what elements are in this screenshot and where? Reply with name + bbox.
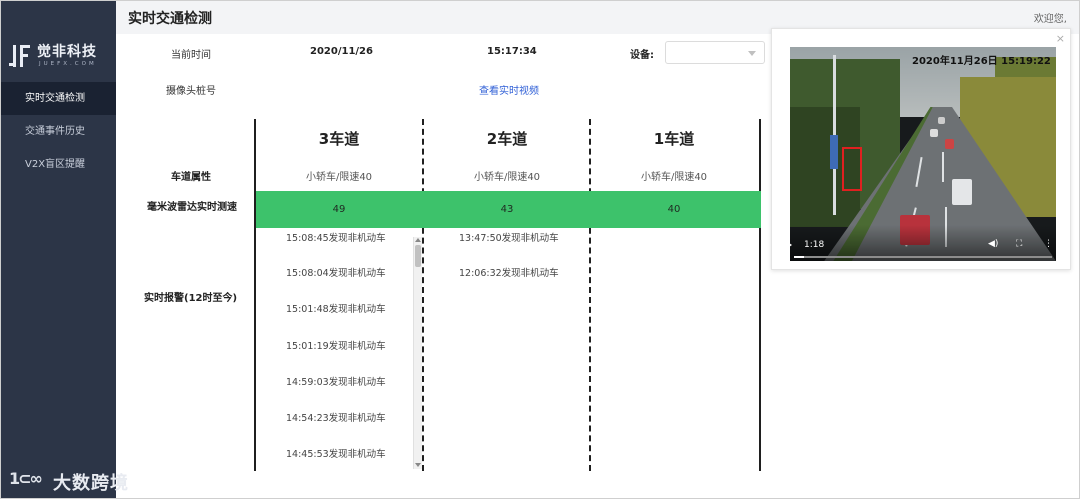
sidebar-item-realtime-detection[interactable]: 实时交通检测 [1,82,116,115]
scrollbar-thumb[interactable] [415,245,421,267]
play-icon[interactable] [790,241,792,249]
video-progress-bar[interactable] [794,256,1052,258]
detection-box [842,147,862,191]
video-elapsed-time: 1:18 [804,240,825,250]
lane-divider [759,119,761,471]
alerts-scrollbar[interactable] [413,237,422,469]
logo-title: 觉非科技 [37,44,97,60]
chevron-down-icon [748,51,756,56]
live-video-player[interactable]: 2020年11月26日 15:19:22 1:18 ◀) ⛶ ⋮ [790,47,1056,261]
alerts-label: 实时报警(12时至今) [144,293,238,304]
page-title: 实时交通检测 [128,11,212,27]
sidebar-item-v2x-blindspot[interactable]: V2X盲区提醒 [1,148,116,181]
alert-item: 14:45:53发现非机动车 [286,449,386,460]
alert-item: 13:47:50发现非机动车 [459,233,559,244]
video-progress-fill [794,256,805,258]
logo-subtitle: JUEFX.COM [39,61,97,67]
radar-speed-label: 毫米波雷达实时测速 [147,202,237,213]
logo: 觉非科技 JUEFX.COM [9,39,109,75]
lane-3-speed: 49 [332,204,346,215]
lane-attr-label: 车道属性 [171,172,211,183]
lane-1-attr: 小轿车/限速40 [640,172,708,183]
lane-3-header: 3车道 [318,130,360,148]
video-popup: × 2020年11月26日 15:19:22 1:18 ◀) ⛶ ⋮ [771,28,1071,270]
alert-item: 15:08:04发现非机动车 [286,268,386,279]
view-live-video-link[interactable]: 查看实时视频 [479,82,539,97]
lane-3-attr: 小轿车/限速40 [305,172,373,183]
sidebar-item-event-history[interactable]: 交通事件历史 [1,115,116,148]
scroll-down-icon[interactable] [415,463,421,467]
scroll-up-icon[interactable] [415,238,421,242]
welcome-text: 欢迎您, [1033,14,1067,25]
alert-item: 15:08:45发现非机动车 [286,233,386,244]
lane-2-header: 2车道 [486,130,528,148]
device-select[interactable] [665,41,765,64]
current-time-label: 当前时间 [171,50,211,61]
watermark-logo-icon: 1⊂∞ [9,469,43,488]
alert-item: 14:54:23发现非机动车 [286,413,386,424]
alert-item: 12:06:32发现非机动车 [459,268,559,279]
close-icon[interactable]: × [1056,32,1065,45]
alert-item: 14:59:03发现非机动车 [286,377,386,388]
sidebar: 觉非科技 JUEFX.COM 实时交通检测 交通事件历史 V2X盲区提醒 1⊂∞… [1,1,128,498]
app-window: 觉非科技 JUEFX.COM 实时交通检测 交通事件历史 V2X盲区提醒 1⊂∞… [0,0,1080,499]
more-options-icon[interactable]: ⋮ [1044,239,1053,249]
lane-1-speed: 40 [667,204,681,215]
volume-icon[interactable]: ◀) [988,239,998,249]
current-date-value: 2020/11/26 [310,46,373,57]
fullscreen-icon[interactable]: ⛶ [1016,239,1022,249]
current-time-value: 15:17:34 [487,46,537,57]
video-controls: 1:18 ◀) ⛶ ⋮ [790,225,1056,261]
alert-item: 15:01:48发现非机动车 [286,304,386,315]
lane-2-attr: 小轿车/限速40 [473,172,541,183]
video-timestamp: 2020年11月26日 15:19:22 [912,56,1051,67]
watermark-text: 大数跨境 [53,473,129,494]
logo-mark-icon [9,41,33,71]
lane-1-header: 1车道 [653,130,695,148]
watermark: 1⊂∞ 大数跨境 [9,467,149,494]
alert-item: 15:01:19发现非机动车 [286,341,386,352]
lane-2-speed: 43 [500,204,514,215]
camera-label: 摄像头桩号 [166,86,216,97]
device-label: 设备: [630,50,654,61]
